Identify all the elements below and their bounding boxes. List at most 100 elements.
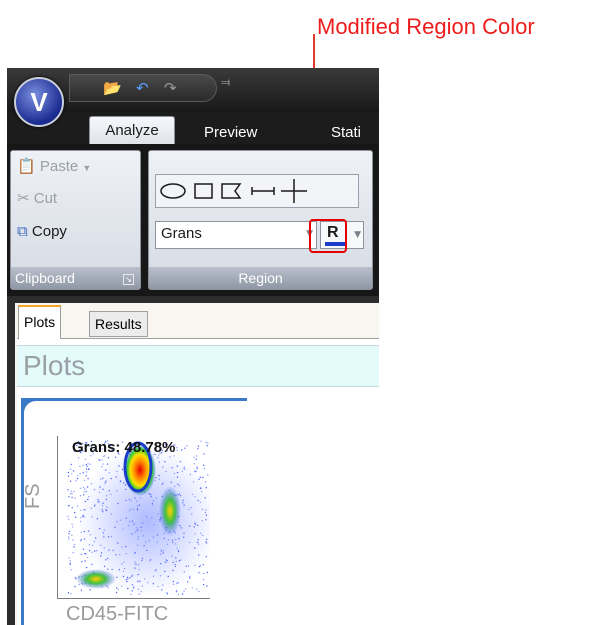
scatter-point [85, 471, 88, 473]
scatter-point [67, 475, 70, 477]
scatter-point [68, 538, 70, 540]
app-menu-button[interactable]: V [14, 77, 64, 127]
paste-button[interactable]: 📋 Paste ▼ [17, 157, 91, 175]
scatter-point [176, 447, 178, 449]
annotation-highlight-box [309, 219, 347, 253]
scatter-point [73, 490, 75, 493]
quick-access-customize-icon[interactable]: ⫤ [221, 75, 230, 90]
scatter-point [81, 553, 83, 556]
annotation-label: Modified Region Color [317, 14, 535, 39]
scatter-point [71, 507, 73, 509]
scatter-point [166, 593, 169, 595]
scatter-point [203, 572, 205, 575]
scatter-point [101, 459, 103, 461]
quick-access-toolbar: 📂 ↶ ↷ [69, 74, 217, 102]
scatter-point [196, 588, 198, 591]
scatter-point [68, 496, 70, 498]
scatter-point [85, 468, 88, 470]
dialog-launcher-icon[interactable]: ↘ [123, 274, 134, 285]
scatter-point [183, 590, 185, 592]
scatter-point [99, 459, 101, 461]
scatter-point [71, 496, 73, 499]
scatter-point [206, 445, 208, 447]
scatter-point [202, 578, 205, 581]
scatter-point [180, 449, 183, 451]
scatter-point [89, 463, 92, 465]
cut-button[interactable]: ✂ Cut [17, 189, 57, 207]
scatter-point [206, 585, 208, 587]
ribbon-tabs: Analyze Preview Stati [7, 112, 379, 144]
scatter-point [71, 493, 73, 495]
scatter-point [79, 465, 81, 467]
copy-button[interactable]: ⧉ Copy [17, 223, 67, 240]
scatter-point [71, 473, 73, 475]
region-group-label: Region [149, 267, 372, 289]
scatter-point [72, 470, 75, 472]
scatter-point [75, 480, 77, 482]
chevron-down-icon[interactable]: ▼ [354, 230, 361, 240]
ellipse-tool-icon[interactable] [160, 183, 186, 199]
scatter-point [85, 464, 87, 466]
scatter-point [177, 593, 179, 596]
folder-open-icon[interactable]: 📂 [103, 78, 122, 98]
crosshair-tool-icon[interactable] [281, 179, 307, 203]
scatter-point [72, 551, 74, 554]
scatter-point [89, 589, 91, 591]
scatter-point [84, 560, 86, 562]
scatter-point [79, 472, 81, 475]
scatter-point [202, 464, 205, 466]
region-select[interactable]: Grans ▼ [155, 221, 317, 249]
scatter-point [81, 561, 83, 563]
redo-icon[interactable]: ↷ [164, 78, 177, 98]
scatter-point [176, 591, 178, 593]
scatter-point [197, 445, 200, 447]
workspace: Plots Results Plots FS CD45-FITC Grans: … [7, 296, 379, 625]
scatter-point [74, 585, 76, 588]
clipboard-group-title: Clipboard [15, 270, 75, 286]
monocyte-population [159, 486, 181, 536]
copy-icon: ⧉ [17, 223, 28, 240]
rectangle-tool-icon[interactable] [194, 183, 213, 199]
scatter-point [76, 505, 79, 507]
region-shape-toolbar [155, 174, 359, 208]
copy-label: Copy [31, 223, 67, 240]
scatter-point [184, 588, 187, 590]
scatter-point [73, 511, 76, 514]
scatter-point [84, 479, 86, 481]
scatter-point [70, 463, 73, 466]
tab-results[interactable]: Results [89, 311, 148, 337]
scatter-point [88, 468, 90, 471]
scatter-point [82, 486, 85, 489]
polygon-tool-icon[interactable] [221, 183, 242, 199]
scatter-point [70, 593, 72, 595]
scatter-point [203, 453, 205, 455]
scatter-point [69, 480, 72, 482]
scatter-point [196, 455, 198, 457]
chevron-down-icon: ▼ [82, 163, 92, 173]
scatter-point [82, 464, 84, 467]
scatter-point [84, 458, 86, 460]
plot-area [57, 436, 218, 599]
scatter-point [72, 539, 74, 541]
scatter-point [85, 475, 87, 477]
scatter-point [67, 505, 69, 507]
tab-preview[interactable]: Preview [204, 122, 257, 144]
tab-statistics[interactable]: Stati [331, 122, 361, 144]
scatter-point [193, 456, 195, 458]
line-segment-tool-icon[interactable] [251, 187, 275, 195]
undo-icon[interactable]: ↶ [136, 78, 149, 98]
y-axis-label: FS [24, 483, 44, 509]
scatter-point [68, 530, 71, 532]
scatter-point [67, 592, 70, 594]
scatter-point [73, 543, 76, 546]
scatter-point [74, 497, 76, 499]
scatter-point [75, 516, 77, 518]
tab-plots[interactable]: Plots [18, 305, 62, 339]
tab-analyze[interactable]: Analyze [89, 116, 175, 144]
plot-card[interactable]: FS CD45-FITC Grans: 48.78% [21, 398, 247, 625]
scatter-point [186, 445, 188, 447]
scatter-point [76, 477, 79, 480]
cut-label: Cut [33, 190, 58, 207]
scatter-point [69, 563, 71, 566]
scatter-point [191, 587, 193, 589]
